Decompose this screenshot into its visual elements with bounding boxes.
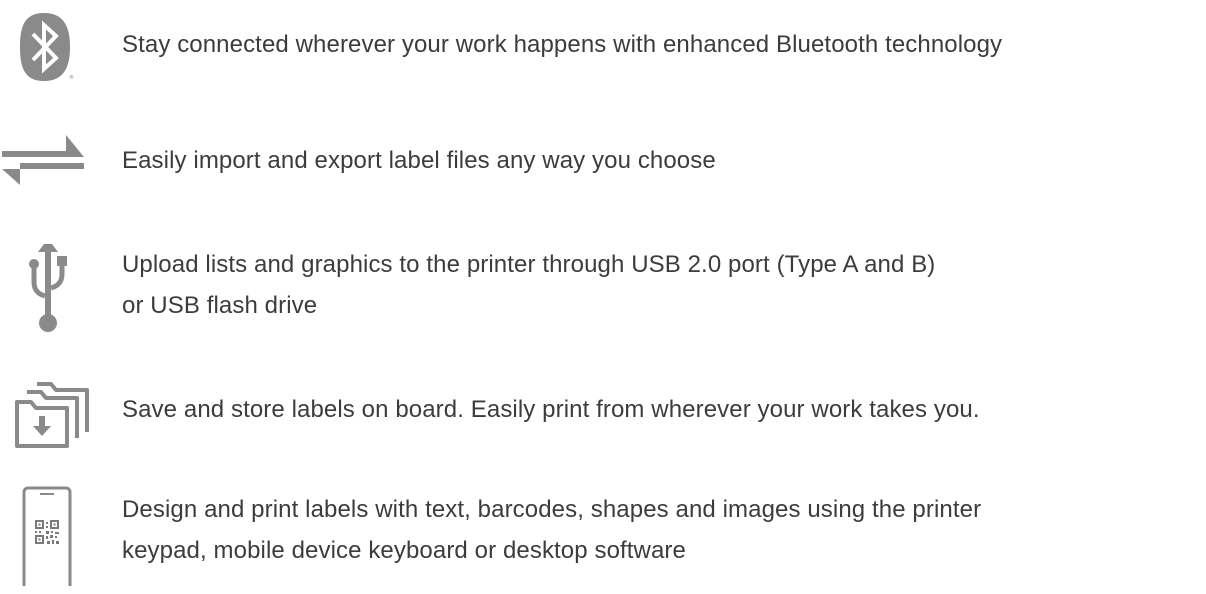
feature-text-line: or USB flash drive — [122, 292, 318, 319]
feature-on-board-storage: Save and store labels on board. Easily p… — [0, 370, 1206, 470]
feature-text-line: Upload lists and graphics to the printer… — [122, 251, 936, 278]
feature-text-line: Stay connected wherever your work happen… — [122, 31, 1003, 58]
feature-import-export: Easily import and export label files any… — [0, 120, 1206, 210]
svg-text:®: ® — [69, 74, 74, 81]
transfer-arrows-icon — [2, 135, 84, 185]
usb-icon — [29, 244, 67, 332]
feature-bluetooth: ® Stay connected wherever your work happ… — [0, 0, 1206, 100]
folders-icon — [15, 382, 89, 448]
feature-text-line: keypad, mobile device keyboard or deskto… — [122, 537, 686, 564]
mobile-qr-icon — [22, 486, 72, 586]
feature-text-line: Design and print labels with text, barco… — [122, 496, 982, 523]
feature-design-print: Design and print labels with text, barco… — [0, 480, 1206, 594]
feature-text-line: Save and store labels on board. Easily p… — [122, 396, 980, 423]
feature-usb: Upload lists and graphics to the printer… — [0, 235, 1206, 345]
feature-text-line: Easily import and export label files any… — [122, 147, 716, 174]
bluetooth-icon: ® — [20, 13, 74, 81]
